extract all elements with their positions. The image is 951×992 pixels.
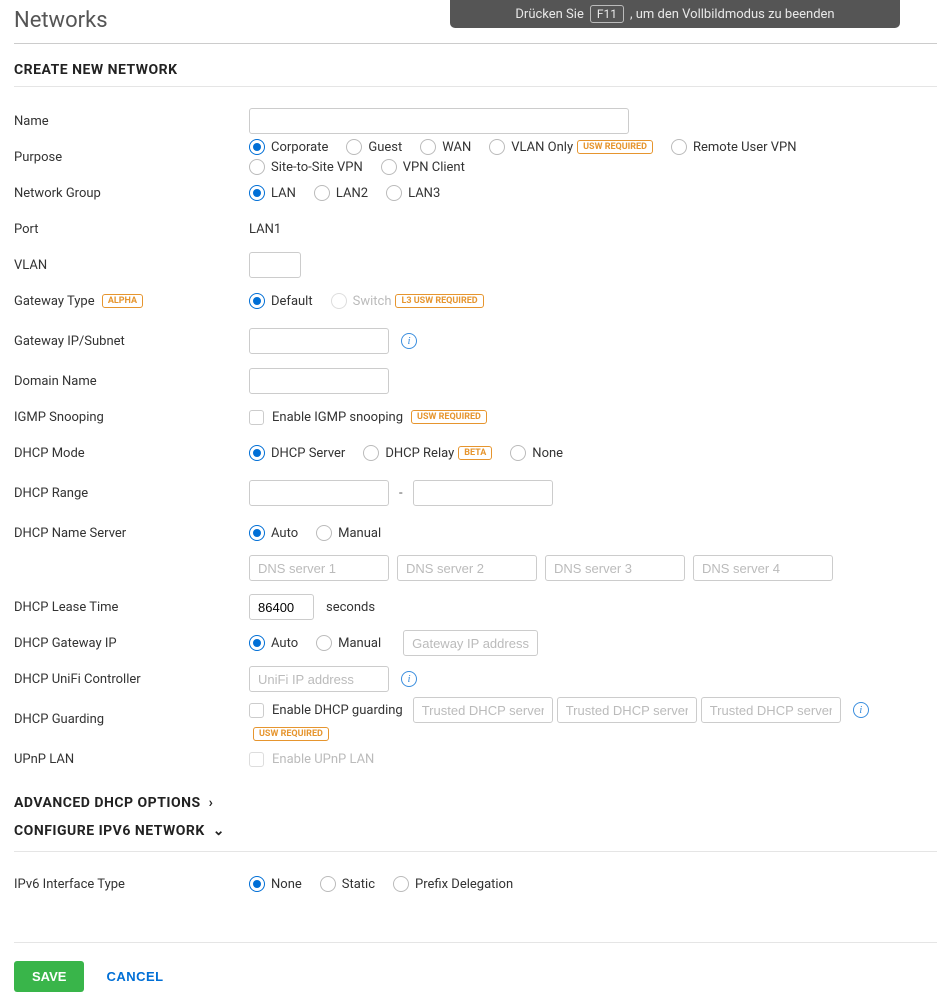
lease-suffix: seconds xyxy=(326,600,375,615)
chevron-down-icon: ⌄ xyxy=(213,823,225,839)
gw-ip-input xyxy=(403,630,538,656)
netgroup-lan3[interactable]: LAN3 xyxy=(386,185,440,201)
banner-suffix: , um den Vollbildmodus zu beenden xyxy=(630,7,835,22)
label-dhcp-mode: DHCP Mode xyxy=(14,446,249,461)
gw-manual[interactable]: Manual xyxy=(316,635,381,651)
netgroup-lan2[interactable]: LAN2 xyxy=(314,185,368,201)
upnp-checkbox: Enable UPnP LAN xyxy=(249,752,374,767)
dns3-input xyxy=(545,555,685,581)
port-value: LAN1 xyxy=(249,222,281,237)
dns2-input xyxy=(397,555,537,581)
dhcp-range-start[interactable] xyxy=(249,480,389,506)
purpose-guest[interactable]: Guest xyxy=(346,139,402,155)
label-dhcp-unifi: DHCP UniFi Controller xyxy=(14,672,249,687)
trusted-dhcp-2 xyxy=(557,697,697,723)
badge-usw: USW REQUIRED xyxy=(411,410,487,424)
section-title: CREATE NEW NETWORK xyxy=(14,62,937,87)
label-domain-name: Domain Name xyxy=(14,374,249,389)
trusted-dhcp-3 xyxy=(701,697,841,723)
label-purpose: Purpose xyxy=(14,150,249,165)
purpose-vpn-client[interactable]: VPN Client xyxy=(381,159,465,175)
label-igmp: IGMP Snooping xyxy=(14,410,249,425)
badge-usw: USW REQUIRED xyxy=(577,140,653,154)
purpose-vlan-only[interactable]: VLAN OnlyUSW REQUIRED xyxy=(489,139,653,155)
trusted-dhcp-1 xyxy=(413,697,553,723)
igmp-checkbox[interactable]: Enable IGMP snooping xyxy=(249,410,403,425)
advanced-dhcp-toggle[interactable]: ADVANCED DHCP OPTIONS › xyxy=(14,789,937,817)
label-dhcp-range: DHCP Range xyxy=(14,486,249,501)
label-gateway-type: Gateway Type ALPHA xyxy=(14,294,249,309)
vlan-input[interactable] xyxy=(249,252,301,278)
dhcp-none[interactable]: None xyxy=(510,445,563,461)
banner-prefix: Drücken Sie xyxy=(515,7,583,22)
label-name: Name xyxy=(14,114,249,129)
netgroup-lan[interactable]: LAN xyxy=(249,185,296,201)
ns-auto[interactable]: Auto xyxy=(249,525,298,541)
name-input[interactable] xyxy=(249,108,629,134)
purpose-corporate[interactable]: Corporate xyxy=(249,139,328,155)
label-dhcp-gw: DHCP Gateway IP xyxy=(14,636,249,651)
cancel-button[interactable]: CANCEL xyxy=(106,969,163,984)
dhcp-relay[interactable]: DHCP RelayBETA xyxy=(363,445,492,461)
badge-alpha: ALPHA xyxy=(102,294,143,308)
dhcp-server[interactable]: DHCP Server xyxy=(249,445,345,461)
info-icon[interactable]: i xyxy=(401,671,417,687)
gwtype-switch: SwitchL3 USW REQUIRED xyxy=(331,293,484,309)
save-button[interactable]: SAVE xyxy=(14,961,84,992)
gwtype-default[interactable]: Default xyxy=(249,293,313,309)
label-gateway-ip: Gateway IP/Subnet xyxy=(14,334,249,349)
purpose-wan[interactable]: WAN xyxy=(420,139,471,155)
range-dash: - xyxy=(399,486,403,501)
domain-name-input[interactable] xyxy=(249,368,389,394)
ipv6-prefix[interactable]: Prefix Delegation xyxy=(393,876,513,892)
lease-input[interactable] xyxy=(249,594,314,620)
info-icon[interactable]: i xyxy=(401,333,417,349)
ipv6-static[interactable]: Static xyxy=(320,876,375,892)
label-upnp: UPnP LAN xyxy=(14,752,249,767)
dns4-input xyxy=(693,555,833,581)
info-icon[interactable]: i xyxy=(853,702,869,718)
ns-manual[interactable]: Manual xyxy=(316,525,381,541)
badge-usw: USW REQUIRED xyxy=(253,727,329,741)
gateway-ip-input[interactable] xyxy=(249,328,389,354)
fullscreen-banner: Drücken Sie F11 , um den Vollbildmodus z… xyxy=(450,0,900,28)
purpose-remote-vpn[interactable]: Remote User VPN xyxy=(671,139,797,155)
chevron-right-icon: › xyxy=(209,795,214,811)
configure-ipv6-toggle[interactable]: CONFIGURE IPV6 NETWORK ⌄ xyxy=(14,817,937,852)
ipv6-none[interactable]: None xyxy=(249,876,302,892)
label-dhcp-guard: DHCP Guarding xyxy=(14,712,249,727)
dhcp-range-end[interactable] xyxy=(413,480,553,506)
f11-key: F11 xyxy=(590,5,624,23)
label-dhcp-ns: DHCP Name Server xyxy=(14,526,249,541)
guard-checkbox[interactable]: Enable DHCP guarding xyxy=(249,703,403,718)
gw-auto[interactable]: Auto xyxy=(249,635,298,651)
unifi-ip-input[interactable] xyxy=(249,666,389,692)
label-dhcp-lease: DHCP Lease Time xyxy=(14,600,249,615)
purpose-s2s-vpn[interactable]: Site-to-Site VPN xyxy=(249,159,363,175)
badge-l3usw: L3 USW REQUIRED xyxy=(395,294,483,308)
label-ipv6-type: IPv6 Interface Type xyxy=(14,877,249,892)
dns1-input xyxy=(249,555,389,581)
label-vlan: VLAN xyxy=(14,258,249,273)
badge-beta: BETA xyxy=(458,446,492,460)
label-port: Port xyxy=(14,222,249,237)
label-network-group: Network Group xyxy=(14,186,249,201)
